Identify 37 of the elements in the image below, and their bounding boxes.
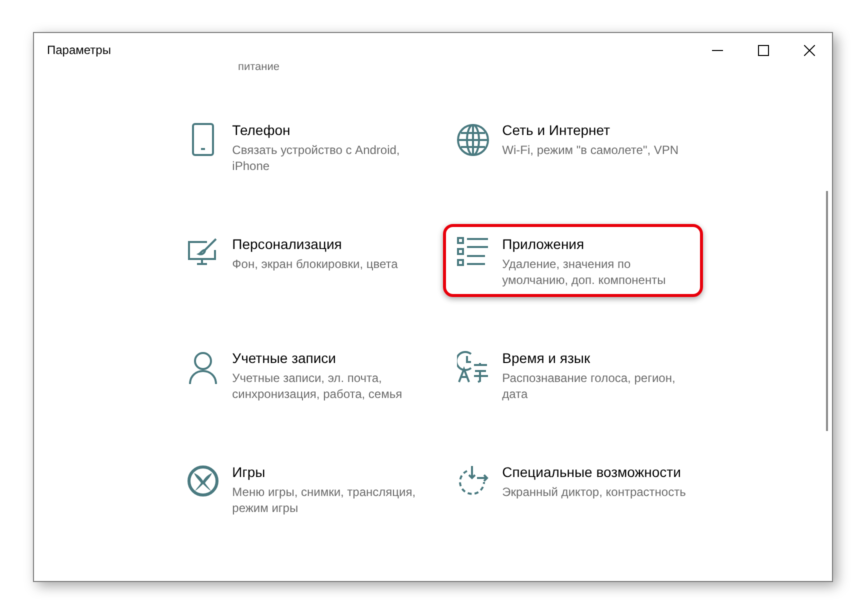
category-description: Экранный диктор, контрастность — [502, 484, 687, 500]
category-title: Сеть и Интернет — [502, 121, 611, 140]
category-description: Wi-Fi, режим "в самолете", VPN — [502, 142, 680, 158]
category-description: питание — [237, 61, 280, 73]
category-item[interactable]: Учетные записи Учетные записи, эл. почта, синхронизация, работа, семья — [173, 338, 433, 411]
category-description: Связать устройство с Android, iPhone — [232, 142, 401, 174]
window-title: Параметры — [46, 42, 112, 59]
category-description: Меню игры, снимки, трансляция, режим игры — [232, 484, 417, 516]
category-title: Время и язык — [502, 349, 592, 368]
category-description: Учетные записи, эл. почта, синхронизация, работа, семья — [232, 370, 404, 402]
scrollbar-thumb[interactable] — [826, 191, 828, 431]
category-description: Удаление, значения по умолчанию, доп. компоненты — [502, 256, 667, 288]
maximize-icon — [758, 44, 768, 56]
category-item[interactable]: Телефон Связать устройство с Android, iPhone — [173, 110, 433, 183]
category-item[interactable]: Игры Меню игры, снимки, трансляция, режим игры — [173, 452, 433, 525]
category-description: Распознавание голоса, регион, дата — [502, 370, 676, 402]
category-item[interactable]: Сеть и Интернет Wi-Fi, режим "в самолете", VPN — [443, 110, 703, 183]
clock-letters-icon — [457, 351, 490, 383]
category-item[interactable]: Время и язык Распознавание голоса, регион, дата — [443, 338, 703, 411]
category-title: Телефон — [232, 121, 292, 140]
category-title: Персонализация — [232, 235, 343, 254]
category-item[interactable]: Специальные возможности Экранный диктор, контрастность — [443, 452, 703, 525]
globe-icon — [456, 123, 490, 157]
monitor-brush-icon — [187, 237, 220, 267]
phone-icon — [191, 123, 216, 157]
close-icon — [804, 44, 814, 56]
accessibility-icon — [457, 465, 490, 497]
category-title: Специальные возможности — [502, 463, 682, 482]
xbox-icon — [187, 465, 220, 497]
category-item[interactable]: Персонализация Фон, экран блокировки, цвета — [173, 224, 433, 297]
highlighted-category-item[interactable]: Приложения Удаление, значения по умолчанию, доп. компоненты — [443, 224, 703, 297]
category-title: Приложения — [502, 235, 586, 254]
category-title: Учетные записи — [232, 349, 337, 368]
list-icon — [457, 237, 490, 267]
category-description: Фон, экран блокировки, цвета — [232, 256, 399, 272]
person-icon — [188, 351, 218, 385]
category-title: Игры — [232, 463, 266, 482]
